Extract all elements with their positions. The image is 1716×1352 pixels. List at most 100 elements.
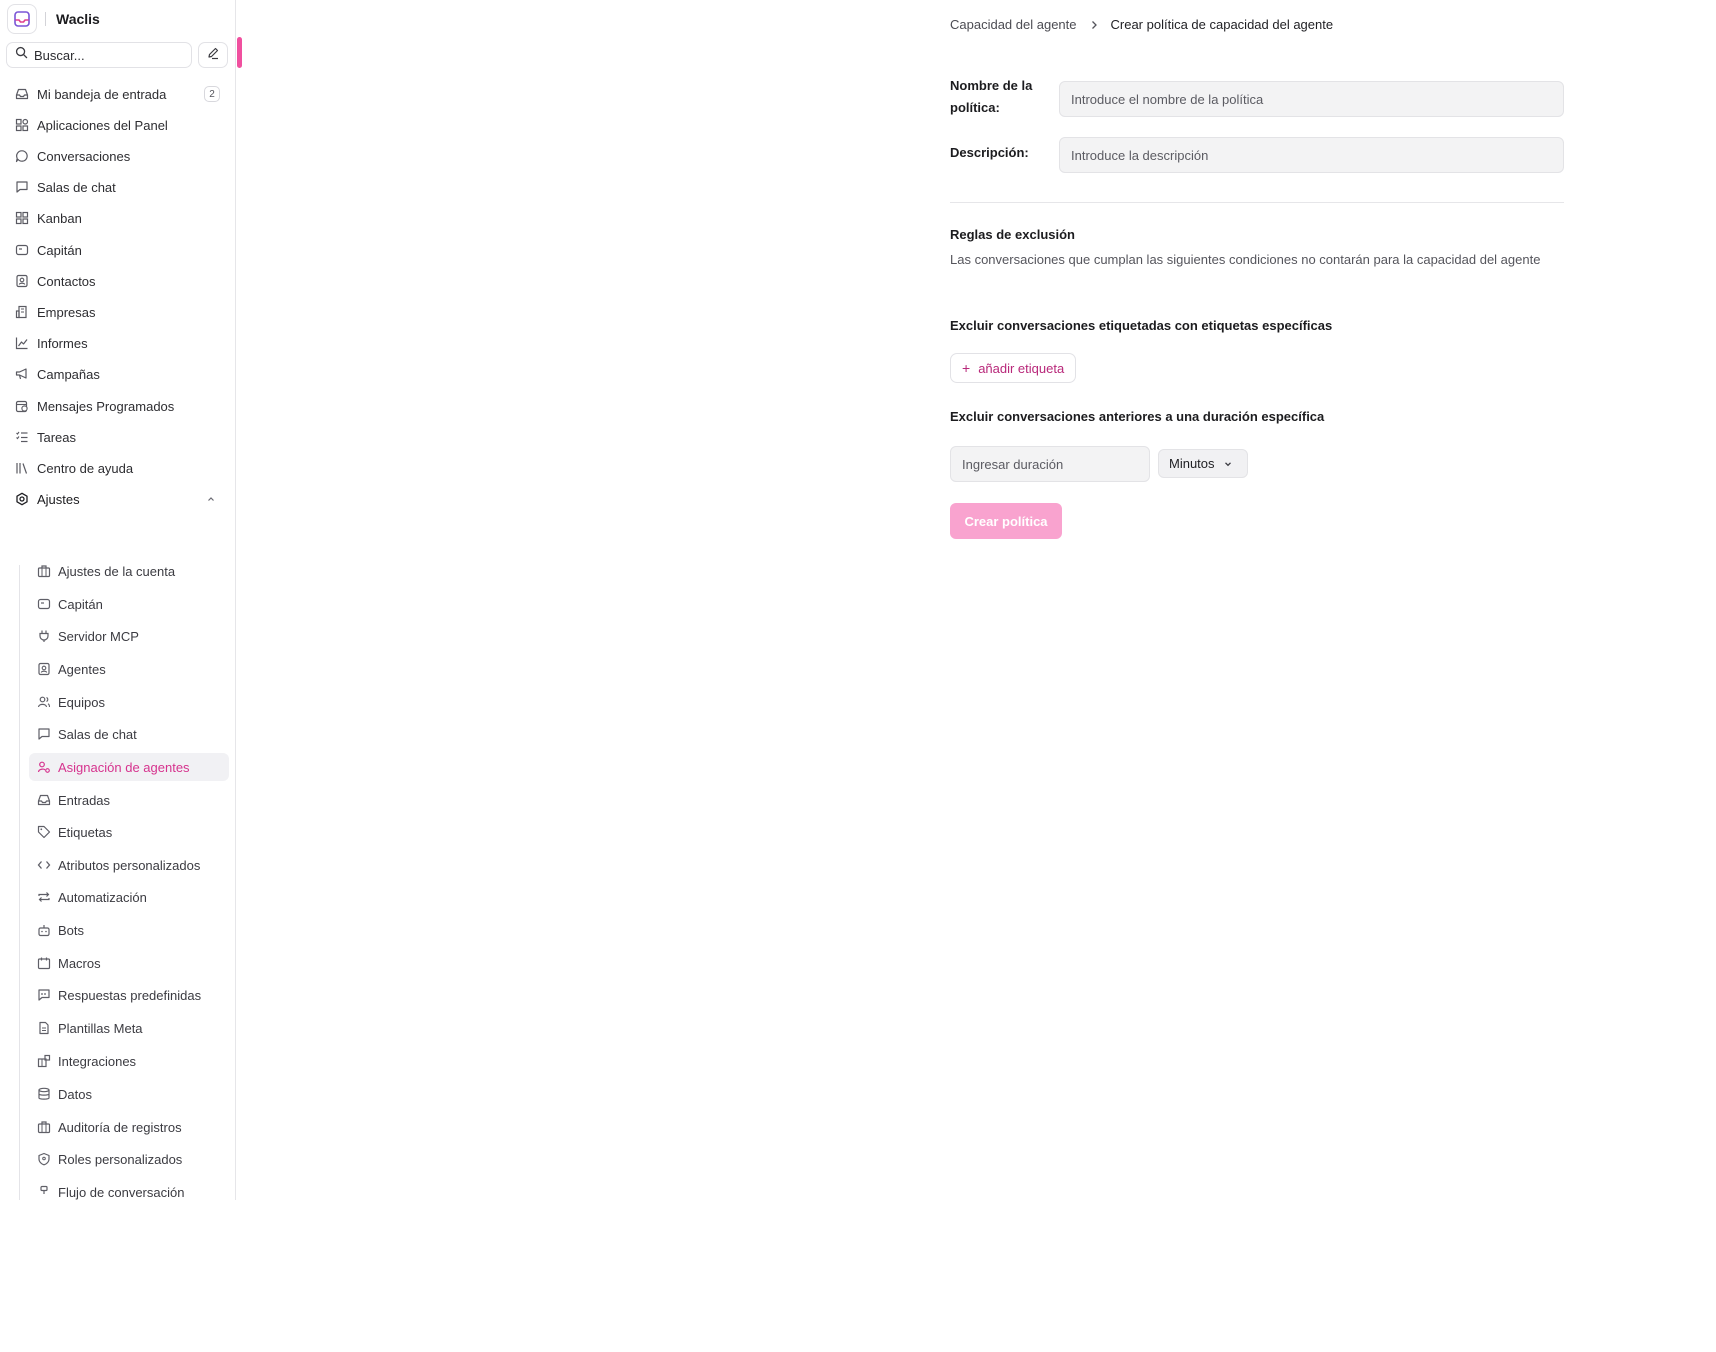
nav-item-inbox[interactable]: Mi bandeja de entrada 2: [8, 79, 226, 109]
compose-button[interactable]: [198, 42, 228, 68]
settings-item-data[interactable]: Datos: [29, 1080, 229, 1108]
sidebar-scrollbar-thumb[interactable]: [237, 37, 242, 68]
duration-unit-select[interactable]: Minutos: [1158, 449, 1248, 478]
nav-item-label: Conversaciones: [37, 148, 131, 164]
calendar-clock-icon: [14, 399, 29, 414]
nav-item-reports[interactable]: Informes: [8, 328, 226, 358]
nav-item-companies[interactable]: Empresas: [8, 297, 226, 327]
settings-item-label: Ajustes de la cuenta: [58, 563, 176, 579]
description-label: Descripción:: [950, 145, 1029, 160]
quote-message-icon: [36, 988, 51, 1003]
settings-item-audit-logs[interactable]: Auditoría de registros: [29, 1113, 229, 1141]
settings-item-canned-responses[interactable]: Respuestas predefinidas: [29, 981, 229, 1009]
nav-item-help-center[interactable]: Centro de ayuda: [8, 453, 226, 483]
building-icon: [14, 305, 29, 320]
settings-item-inboxes[interactable]: Entradas: [29, 786, 229, 814]
search-box[interactable]: [6, 42, 192, 68]
nav-item-label: Mensajes Programados: [37, 398, 175, 414]
document-icon: [36, 1021, 51, 1036]
nav-item-contacts[interactable]: Contactos: [8, 266, 226, 296]
description-input[interactable]: [1059, 137, 1564, 173]
nav-item-kanban[interactable]: Kanban: [8, 203, 226, 233]
duration-input[interactable]: [950, 446, 1150, 482]
settings-item-label: Flujo de conversación: [58, 1184, 185, 1200]
users-icon: [36, 695, 51, 710]
nav-item-dashboard-apps[interactable]: Aplicaciones del Panel: [8, 110, 226, 140]
settings-item-label: Capitán: [58, 596, 103, 612]
settings-item-automation[interactable]: Automatización: [29, 883, 229, 911]
chevron-up-icon[interactable]: [206, 492, 216, 507]
puzzle-icon: [36, 1054, 51, 1069]
code-icon: [36, 858, 51, 873]
settings-item-agent-assignment[interactable]: Asignación de agentes: [29, 753, 229, 781]
settings-item-labels[interactable]: Etiquetas: [29, 818, 229, 846]
settings-item-bots[interactable]: Bots: [29, 916, 229, 944]
settings-item-label: Roles personalizados: [58, 1151, 183, 1167]
nav-item-conversations[interactable]: Conversaciones: [8, 141, 226, 171]
settings-item-label: Atributos personalizados: [58, 857, 201, 873]
nav-item-label: Capitán: [37, 242, 82, 258]
nav-item-captain[interactable]: Capitán: [8, 235, 226, 265]
settings-item-mcp-server[interactable]: Servidor MCP: [29, 622, 229, 650]
flow-icon: [36, 1185, 51, 1200]
kanban-icon: [14, 211, 29, 226]
chevron-down-icon: [1223, 459, 1233, 469]
settings-item-label: Automatización: [58, 889, 147, 905]
nav-item-settings[interactable]: Ajustes: [8, 484, 226, 514]
settings-item-account[interactable]: Ajustes de la cuenta: [29, 557, 229, 585]
settings-item-custom-attributes[interactable]: Atributos personalizados: [29, 851, 229, 879]
settings-item-label: Servidor MCP: [58, 628, 139, 644]
inbox-logo-icon[interactable]: [7, 4, 37, 34]
nav-item-label: Aplicaciones del Panel: [37, 117, 168, 133]
macros-icon: [36, 956, 51, 971]
settings-tree-line: [19, 565, 20, 1200]
settings-item-conversation-flow[interactable]: Flujo de conversación: [29, 1178, 229, 1200]
sidebar-header: Waclis: [7, 3, 100, 35]
nav-item-label: Salas de chat: [37, 179, 116, 195]
nav-item-campaigns[interactable]: Campañas: [8, 359, 226, 389]
megaphone-icon: [14, 367, 29, 382]
plug-icon: [36, 629, 51, 644]
settings-item-macros[interactable]: Macros: [29, 949, 229, 977]
nav-item-scheduled-messages[interactable]: Mensajes Programados: [8, 391, 226, 421]
settings-item-captain[interactable]: Capitán: [29, 590, 229, 618]
nav-item-label: Tareas: [37, 429, 77, 445]
nav-item-chat-rooms[interactable]: Salas de chat: [8, 172, 226, 202]
unread-count-badge: 2: [204, 86, 220, 102]
nav-item-label: Ajustes: [37, 491, 80, 507]
nav-item-tasks[interactable]: Tareas: [8, 422, 226, 452]
policy-name-input[interactable]: [1059, 81, 1564, 117]
settings-item-integrations[interactable]: Integraciones: [29, 1047, 229, 1075]
account-name[interactable]: Waclis: [56, 11, 100, 27]
exclusion-rules-description: Las conversaciones que cumplan las sigui…: [950, 252, 1541, 267]
create-policy-button[interactable]: Crear política: [950, 503, 1062, 539]
settings-item-agents[interactable]: Agentes: [29, 655, 229, 683]
nav-item-label: Empresas: [37, 304, 96, 320]
bot-icon: [36, 923, 51, 938]
settings-item-label: Etiquetas: [58, 824, 113, 840]
settings-item-teams[interactable]: Equipos: [29, 688, 229, 716]
agent-icon: [36, 662, 51, 677]
nav-item-label: Kanban: [37, 210, 82, 226]
search-input[interactable]: [34, 47, 174, 63]
message-square-icon: [36, 727, 51, 742]
breadcrumb-current: Crear política de capacidad del agente: [1110, 17, 1334, 32]
nav-item-label: Campañas: [37, 366, 100, 382]
policy-name-label-line1: Nombre de la: [950, 78, 1033, 93]
nav-item-label: Contactos: [37, 273, 96, 289]
breadcrumb-agent-capacity[interactable]: Capacidad del agente: [950, 17, 1077, 32]
add-label-button[interactable]: + añadir etiqueta: [950, 353, 1077, 383]
settings-item-label: Auditoría de registros: [58, 1119, 182, 1135]
policy-name-label-line2: política:: [950, 100, 1000, 115]
settings-item-meta-templates[interactable]: Plantillas Meta: [29, 1014, 229, 1042]
briefcase-icon: [36, 1120, 51, 1135]
chat-bubble-icon: [14, 149, 29, 164]
settings-item-custom-roles[interactable]: Roles personalizados: [29, 1145, 229, 1173]
database-icon: [36, 1087, 51, 1102]
library-icon: [14, 461, 29, 476]
settings-item-chat-rooms[interactable]: Salas de chat: [29, 720, 229, 748]
shield-icon: [36, 1152, 51, 1167]
add-label-button-text: añadir etiqueta: [978, 360, 1065, 376]
settings-item-label: Plantillas Meta: [58, 1020, 143, 1036]
settings-item-label: Datos: [58, 1086, 92, 1102]
